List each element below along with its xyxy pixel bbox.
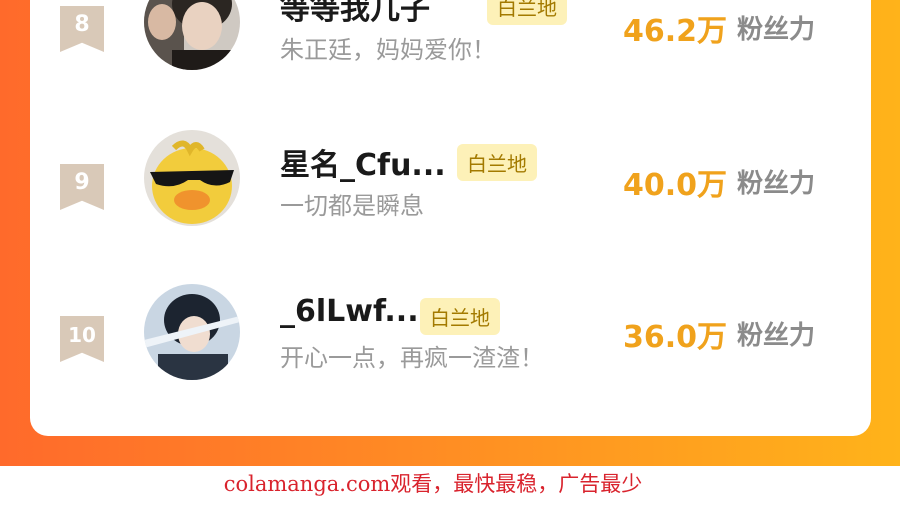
fans-label: 粉丝力 (737, 321, 816, 351)
fans-value: 40.0万 (623, 168, 728, 203)
watermark-text: colamanga.com观看，最快最稳，广告最少 (223, 472, 643, 496)
user-motto: 开心一点，再疯一渣渣！ (280, 344, 544, 372)
user-name: 星名_Cfu... (280, 148, 446, 183)
fans-label: 粉丝力 (737, 169, 816, 199)
rank-badge: 8 (60, 6, 104, 52)
ranking-row[interactable]: 9 星名_Cfu... 白兰地 一切都是瞬息 40.0万 粉丝力 (30, 128, 871, 228)
fans-value: 46.2万 (623, 14, 728, 49)
user-motto: 朱正廷，妈妈爱你！ (280, 36, 496, 64)
rank-badge: 10 (60, 316, 104, 362)
level-tag: 白兰地 (420, 298, 500, 335)
user-motto: 一切都是瞬息 (280, 192, 424, 220)
ranking-row[interactable]: 10 _6lLwf... 白兰地 开心一点，再疯一渣渣！ 36.0万 粉丝力 (30, 282, 871, 382)
user-name: 等等我几子 (280, 0, 430, 27)
user-name: _6lLwf... (280, 294, 419, 329)
ranking-row[interactable]: 8 等等我几子 白兰地 朱正廷，妈妈爱你！ 46.2万 粉丝力 (30, 0, 871, 70)
level-tag: 白兰地 (487, 0, 567, 25)
avatar[interactable] (144, 130, 240, 226)
avatar[interactable] (144, 284, 240, 380)
level-tag: 白兰地 (457, 144, 537, 181)
avatar[interactable] (144, 0, 240, 70)
fans-label: 粉丝力 (737, 15, 816, 45)
rank-badge: 9 (60, 164, 104, 210)
fans-value: 36.0万 (623, 320, 728, 355)
fan-ranking-card: 8 等等我几子 白兰地 朱正廷，妈妈爱你！ 46.2万 粉丝力 9 星名_Cfu… (30, 0, 871, 436)
